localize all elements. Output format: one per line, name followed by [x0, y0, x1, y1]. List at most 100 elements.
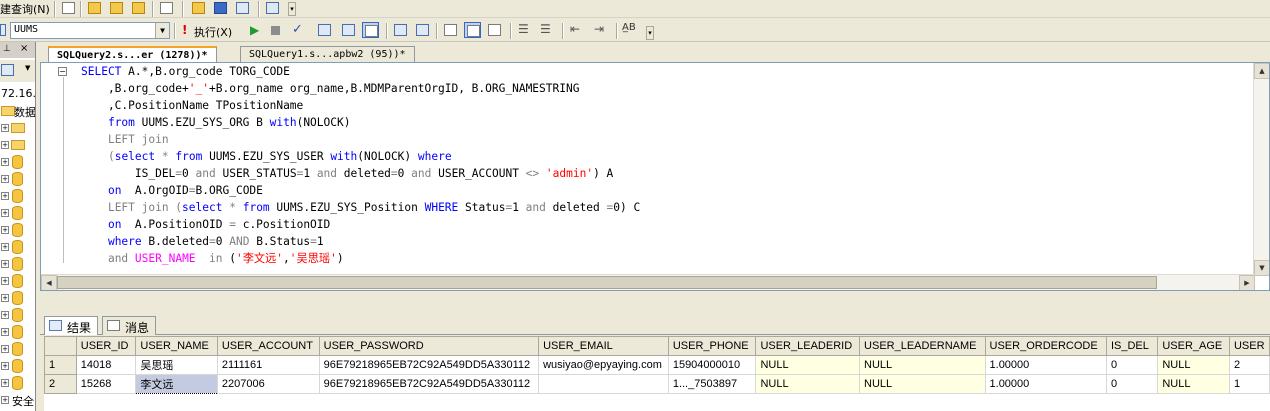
table-cell[interactable]: wusiyao@epyaying.com: [538, 355, 669, 375]
increase-indent-button[interactable]: ⇥: [594, 22, 604, 36]
table-cell[interactable]: 2: [1228, 355, 1270, 375]
scroll-up-icon[interactable]: ▲: [1254, 63, 1269, 79]
table-cell[interactable]: 15904000010: [667, 355, 757, 375]
parse-button[interactable]: ✓: [292, 22, 303, 37]
toolbar-overflow-chevron-icon[interactable]: ▾: [288, 2, 296, 16]
table-cell[interactable]: 15268: [75, 374, 137, 394]
client-stats-button[interactable]: [414, 22, 431, 38]
column-header[interactable]: USER_LEADERNAME: [859, 336, 986, 356]
connect-button[interactable]: [0, 22, 8, 38]
expand-icon[interactable]: +: [1, 124, 9, 132]
server-node[interactable]: 72.16.: [0, 86, 35, 102]
table-cell[interactable]: NULL: [1157, 355, 1230, 375]
tab-sqlquery2[interactable]: SQLQuery2.s...er (1278))*: [48, 46, 217, 63]
expand-icon[interactable]: +: [1, 243, 9, 251]
expand-icon[interactable]: +: [1, 328, 9, 336]
tree-item[interactable]: +: [0, 188, 35, 204]
table-cell[interactable]: 1: [1228, 374, 1270, 394]
decrease-indent-button[interactable]: ⇤: [570, 22, 580, 36]
table-row[interactable]: 1 14018 吴思瑶 2111161 96E79218965EB72C92A5…: [44, 355, 1270, 375]
uncomment-button[interactable]: ☰: [540, 22, 551, 36]
expand-icon[interactable]: +: [1, 260, 9, 268]
dmx-query-button[interactable]: [108, 0, 125, 16]
tree-item[interactable]: +: [0, 307, 35, 323]
expand-icon[interactable]: +: [1, 379, 9, 387]
table-cell[interactable]: [538, 374, 669, 394]
table-cell[interactable]: 1..._7503897: [667, 374, 757, 394]
table-cell[interactable]: NULL: [1157, 374, 1230, 394]
row-number[interactable]: 1: [44, 355, 77, 375]
tree-item[interactable]: +: [0, 273, 35, 289]
row-number[interactable]: 2: [44, 374, 77, 394]
open-button[interactable]: [190, 0, 207, 16]
toolbar-overflow-chevron-icon[interactable]: ▾: [646, 26, 654, 40]
sql-editor[interactable]: − SELECT A.*,B.org_code TORG_CODE ,B.org…: [40, 62, 1270, 291]
save-button[interactable]: [212, 0, 229, 16]
column-header[interactable]: USER_ID: [75, 336, 137, 356]
expand-icon[interactable]: +: [1, 226, 9, 234]
results-to-file-button[interactable]: [362, 22, 379, 38]
column-header[interactable]: USER_EMAIL: [538, 336, 669, 356]
query-designer-button[interactable]: [340, 22, 357, 38]
add-file-button[interactable]: [158, 0, 175, 16]
include-plan-button[interactable]: [392, 22, 409, 38]
execute-button[interactable]: ! 执行(X): [180, 22, 240, 39]
table-cell[interactable]: NULL: [755, 355, 861, 375]
collapse-icon[interactable]: −: [58, 67, 67, 76]
table-cell[interactable]: 1.00000: [984, 374, 1107, 394]
cancel-query-icon[interactable]: [271, 26, 280, 35]
expand-icon[interactable]: +: [1, 209, 9, 217]
tree-item[interactable]: +: [0, 137, 35, 153]
print-button[interactable]: [234, 0, 251, 16]
horizontal-scrollbar[interactable]: ◀ ▶: [41, 274, 1255, 290]
expand-icon[interactable]: +: [1, 192, 9, 200]
column-header[interactable]: USER_LEADERID: [755, 336, 861, 356]
expand-icon[interactable]: +: [1, 362, 9, 370]
results-to-file2-button[interactable]: [486, 22, 503, 38]
table-cell[interactable]: 96E79218965EB72C92A549DD5A330112: [318, 355, 540, 375]
expand-icon[interactable]: +: [1, 345, 9, 353]
table-cell[interactable]: NULL: [859, 374, 986, 394]
estimated-plan-button[interactable]: [316, 22, 333, 38]
tree-item[interactable]: +: [0, 205, 35, 221]
tree-item[interactable]: +: [0, 341, 35, 357]
table-cell[interactable]: 96E79218965EB72C92A549DD5A330112: [318, 374, 540, 394]
activity-monitor-button[interactable]: [264, 0, 281, 16]
pin-icon[interactable]: ⊥: [3, 44, 11, 54]
chevron-down-icon[interactable]: ▼: [155, 23, 169, 38]
column-header[interactable]: USER_AGE: [1157, 336, 1230, 356]
table-cell[interactable]: 14018: [75, 355, 137, 375]
table-cell[interactable]: NULL: [859, 355, 986, 375]
tree-item[interactable]: +: [0, 375, 35, 391]
results-to-grid-button[interactable]: [464, 22, 481, 38]
connect-icon[interactable]: [1, 64, 14, 76]
tree-item[interactable]: +: [0, 324, 35, 340]
tab-results[interactable]: 结果: [44, 316, 99, 335]
column-header[interactable]: USER: [1228, 336, 1270, 356]
column-header[interactable]: USER_NAME: [135, 336, 218, 356]
expand-icon[interactable]: +: [1, 158, 9, 166]
comment-button[interactable]: ☰: [518, 22, 529, 36]
mdx-query-button[interactable]: [86, 0, 103, 16]
tab-sqlquery1[interactable]: SQLQuery1.s...apbw2 (95))*: [240, 46, 415, 63]
table-cell[interactable]: 2111161: [216, 355, 320, 375]
security-node[interactable]: + 安全: [0, 392, 35, 408]
debug-button[interactable]: ▶: [250, 23, 259, 37]
databases-node[interactable]: 数据: [0, 103, 35, 119]
column-header[interactable]: USER_PASSWORD: [318, 336, 540, 356]
scroll-left-icon[interactable]: ◀: [41, 275, 57, 290]
column-header[interactable]: USER_ORDERCODE: [984, 336, 1107, 356]
chevron-down-icon[interactable]: ▼: [25, 64, 30, 72]
table-cell[interactable]: 0: [1105, 374, 1159, 394]
table-cell[interactable]: 吴思瑶: [135, 355, 218, 375]
scroll-thumb[interactable]: [57, 276, 1157, 289]
column-header[interactable]: USER_PHONE: [667, 336, 757, 356]
vertical-scrollbar[interactable]: ▲ ▼: [1253, 63, 1269, 276]
column-header[interactable]: USER_ACCOUNT: [216, 336, 320, 356]
tree-item[interactable]: +: [0, 171, 35, 187]
expand-icon[interactable]: +: [1, 294, 9, 302]
tree-item[interactable]: +: [0, 290, 35, 306]
splitter[interactable]: [40, 291, 1270, 313]
tree-item[interactable]: +: [0, 154, 35, 170]
column-header[interactable]: IS_DEL: [1105, 336, 1159, 356]
